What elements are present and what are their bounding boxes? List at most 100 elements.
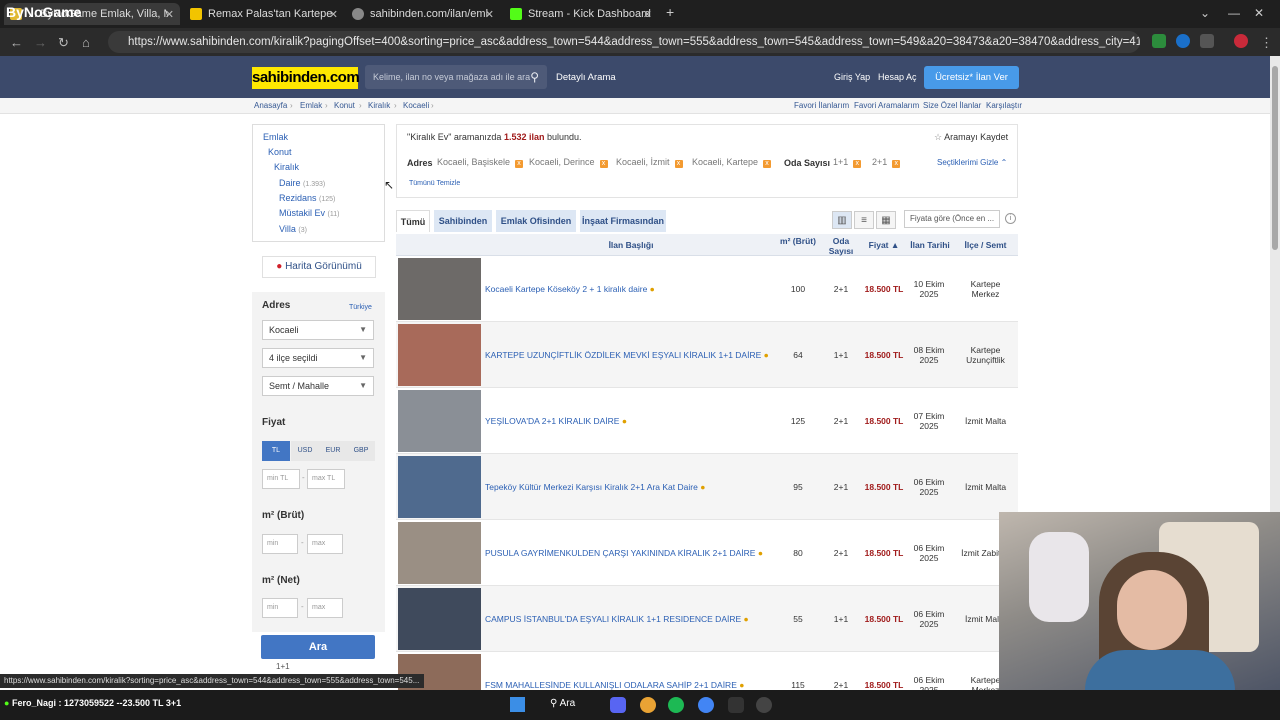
col-price[interactable]: Fiyat ▲ xyxy=(864,234,904,256)
list-view-icon[interactable]: ≡ xyxy=(854,211,874,229)
close-tab-icon[interactable]: ✕ xyxy=(485,8,494,21)
category-item[interactable]: Villa (3) xyxy=(279,224,307,234)
profile-avatar[interactable] xyxy=(1234,34,1248,48)
category-item[interactable]: Rezidans (125) xyxy=(279,193,335,203)
gallery-view-icon[interactable]: ▦ xyxy=(876,211,896,229)
listing-thumbnail[interactable] xyxy=(398,324,481,386)
favorite-listings-link[interactable]: Favori İlanlarım xyxy=(794,101,849,110)
map-view-button[interactable]: ● Harita Görünümü xyxy=(262,256,376,278)
search-input[interactable]: Kelime, ilan no veya mağaza adı ile ara … xyxy=(365,65,547,89)
col-title[interactable]: İlan Başlığı xyxy=(576,234,686,256)
district-select[interactable]: 4 ilçe seçildi ▼ xyxy=(262,348,374,368)
compare-link[interactable]: Karşılaştır xyxy=(986,101,1022,110)
listing-thumbnail[interactable] xyxy=(398,456,481,518)
listing-title[interactable]: Kocaeli Kartepe Köseköy 2 + 1 kiralık da… xyxy=(485,256,775,322)
discord-icon[interactable] xyxy=(610,697,626,713)
extension-icon[interactable] xyxy=(1152,34,1166,48)
chrome-active-icon[interactable] xyxy=(698,697,714,713)
breadcrumb-item[interactable]: Kiralık xyxy=(368,101,390,110)
taskbar-search[interactable]: ⚲ Ara xyxy=(550,698,575,709)
close-tab-icon[interactable]: ✕ xyxy=(329,8,338,21)
windows-start-icon[interactable] xyxy=(510,697,525,712)
site-logo[interactable]: sahibinden.com xyxy=(252,67,360,89)
col-rooms[interactable]: Oda Sayısı xyxy=(821,236,861,256)
extension-icon[interactable] xyxy=(1176,34,1190,48)
table-row[interactable]: Kocaeli Kartepe Köseköy 2 + 1 kiralık da… xyxy=(396,256,1018,322)
currency-tl-button[interactable]: TL xyxy=(262,441,290,461)
category-item[interactable]: Daire (1.393) xyxy=(279,178,325,188)
table-row[interactable]: Tepeköy Kültür Merkezi Karşısı Kiralık 2… xyxy=(396,454,1018,520)
address-chip[interactable]: Kocaeli, Başiskele x xyxy=(437,157,524,168)
tab-builder[interactable]: İnşaat Firmasından xyxy=(580,210,666,232)
listing-thumbnail[interactable] xyxy=(398,258,481,320)
listing-thumbnail[interactable] xyxy=(398,588,481,650)
logitech-icon[interactable] xyxy=(728,697,744,713)
favorite-searches-link[interactable]: Favori Aramalarım xyxy=(854,101,919,110)
hide-selected-link[interactable]: Seçtiklerimi Gizle ⌃ xyxy=(937,158,1007,167)
table-row[interactable]: PUSULA GAYRİMENKULDEN ÇARŞI YAKININDA Kİ… xyxy=(396,520,1018,586)
browser-tab[interactable]: Stream - Kick Dashboard ✕ xyxy=(504,3,658,25)
listing-title[interactable]: YEŞİLOVA'DA 2+1 KİRALIK DAİRE ● xyxy=(485,388,775,454)
net-max-input[interactable]: max xyxy=(307,598,343,618)
breadcrumb-item[interactable]: Anasayfa xyxy=(254,101,287,110)
obs-icon[interactable] xyxy=(756,697,772,713)
spotify-icon[interactable] xyxy=(668,697,684,713)
breadcrumb-item[interactable]: Emlak xyxy=(300,101,322,110)
scrollbar-thumb[interactable] xyxy=(1272,66,1278,250)
col-date[interactable]: İlan Tarihi xyxy=(906,234,954,256)
listing-thumbnail[interactable] xyxy=(398,390,481,452)
listing-thumbnail[interactable] xyxy=(398,522,481,584)
category-item[interactable]: Müstakil Ev (11) xyxy=(279,208,339,218)
info-icon[interactable]: i xyxy=(1005,213,1016,224)
currency-eur-button[interactable]: EUR xyxy=(319,441,347,461)
minimize-icon[interactable]: — xyxy=(1228,6,1240,20)
clear-all-link[interactable]: Tümünü Temizle xyxy=(409,180,460,187)
grid-view-icon[interactable]: ▥ xyxy=(832,211,852,229)
home-icon[interactable]: ⌂ xyxy=(82,35,90,50)
country-link[interactable]: Türkiye xyxy=(349,304,372,311)
login-link[interactable]: Giriş Yap xyxy=(834,72,870,82)
category-kiralik[interactable]: Kiralık xyxy=(274,162,299,172)
table-row[interactable]: KARTEPE UZUNÇİFTLİK ÖZDİLEK MEVKİ EŞYALI… xyxy=(396,322,1018,388)
listing-title[interactable]: PUSULA GAYRİMENKULDEN ÇARŞI YAKININDA Kİ… xyxy=(485,520,775,586)
category-emlak[interactable]: Emlak xyxy=(263,132,288,142)
currency-usd-button[interactable]: USD xyxy=(291,441,319,461)
neighborhood-select[interactable]: Semt / Mahalle ▼ xyxy=(262,376,374,396)
chrome-icon[interactable] xyxy=(640,697,656,713)
tab-agency[interactable]: Emlak Ofisinden xyxy=(496,210,576,232)
listing-title[interactable]: KARTEPE UZUNÇİFTLİK ÖZDİLEK MEVKİ EŞYALI… xyxy=(485,322,775,388)
table-row[interactable]: YEŞİLOVA'DA 2+1 KİRALIK DAİRE ● 125 2+1 18.… xyxy=(396,388,1018,454)
special-listings-link[interactable]: Size Özel İlanlar xyxy=(923,101,981,110)
currency-gbp-button[interactable]: GBP xyxy=(347,441,375,461)
col-location[interactable]: İlçe / Semt xyxy=(958,234,1013,256)
close-tab-icon[interactable]: ✕ xyxy=(643,8,652,21)
sort-select[interactable]: Fiyata göre (Önce en ... xyxy=(904,210,1000,228)
browser-tab[interactable]: sahibinden.com/ilan/emlak-ko... ✕ xyxy=(346,3,500,25)
forward-icon[interactable]: → xyxy=(34,35,47,50)
tab-all[interactable]: Tümü xyxy=(396,210,430,232)
room-chip[interactable]: 1+1 x xyxy=(833,157,862,168)
tab-owner[interactable]: Sahibinden xyxy=(434,210,492,232)
gross-max-input[interactable]: max xyxy=(307,534,343,554)
post-ad-button[interactable]: Ücretsiz* İlan Ver xyxy=(924,66,1019,89)
room-chip[interactable]: 2+1 x xyxy=(872,157,901,168)
net-min-input[interactable]: min xyxy=(262,598,298,618)
category-konut[interactable]: Konut xyxy=(268,147,292,157)
extensions-puzzle-icon[interactable] xyxy=(1200,34,1214,48)
browser-tab[interactable]: Remax Palas'tan Kartepe Ataevler... ✕ xyxy=(184,3,344,25)
max-price-input[interactable]: max TL xyxy=(307,469,345,489)
breadcrumb-item[interactable]: Konut xyxy=(334,101,355,110)
detailed-search-link[interactable]: Detaylı Arama xyxy=(556,72,616,83)
table-row[interactable]: CAMPUS İSTANBUL'DA EŞYALI KİRALIK 1+1 RE… xyxy=(396,586,1018,652)
address-chip[interactable]: Kocaeli, Derince x xyxy=(529,157,608,168)
city-select[interactable]: Kocaeli ▼ xyxy=(262,320,374,340)
min-price-input[interactable]: min TL xyxy=(262,469,300,489)
close-window-icon[interactable]: ✕ xyxy=(1254,6,1264,20)
search-icon[interactable]: ⚲ xyxy=(530,65,539,89)
gross-min-input[interactable]: min xyxy=(262,534,298,554)
col-area[interactable]: m² (Brüt) xyxy=(778,236,818,246)
address-chip[interactable]: Kocaeli, Kartepe x xyxy=(692,157,772,168)
reload-icon[interactable]: ↻ xyxy=(58,35,69,51)
search-button[interactable]: Ara xyxy=(261,635,375,659)
back-icon[interactable]: ← xyxy=(10,35,23,50)
